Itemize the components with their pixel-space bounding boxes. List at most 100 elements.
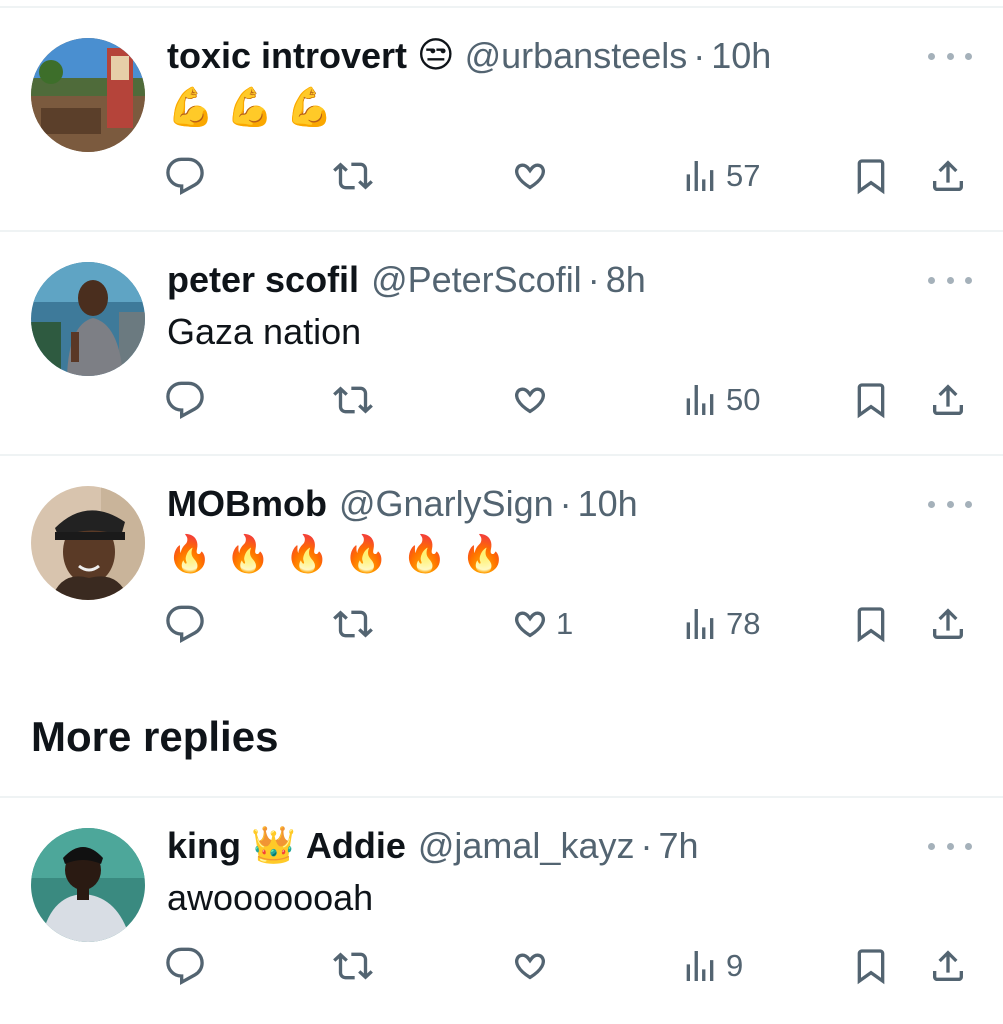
- handle[interactable]: @GnarlySign: [339, 482, 554, 526]
- views-count: 9: [726, 948, 744, 983]
- reply-item[interactable]: king 👑 Addie @jamal_kayz · 7h awooooooah…: [0, 796, 1003, 1024]
- retweet-button[interactable]: [333, 602, 373, 646]
- action-bar: 57: [0, 154, 1003, 198]
- separator: ·: [693, 35, 706, 76]
- more-options-icon[interactable]: [928, 836, 972, 856]
- fire-emoji: 🔥: [225, 533, 271, 574]
- timestamp[interactable]: 10h: [578, 482, 638, 526]
- action-bar: 50: [0, 378, 1003, 422]
- crown-emoji: 👑: [251, 825, 296, 866]
- more-replies-heading: More replies: [31, 713, 279, 760]
- avatar[interactable]: [31, 828, 145, 942]
- retweet-button[interactable]: [333, 944, 373, 988]
- like-button[interactable]: [510, 378, 556, 422]
- bookmark-icon: [857, 607, 885, 643]
- views-icon: [686, 385, 714, 415]
- display-name-part[interactable]: king: [167, 824, 241, 868]
- reply-icon: [166, 947, 204, 985]
- timestamp[interactable]: 8h: [606, 258, 646, 302]
- views-count: 50: [726, 382, 761, 417]
- share-button[interactable]: [928, 602, 968, 646]
- views-count: 57: [726, 158, 761, 193]
- retweet-icon: [333, 610, 373, 638]
- reply-text: Gaza nation: [167, 311, 362, 352]
- reply-emoji-text: 🔥 🔥 🔥 🔥 🔥 🔥: [167, 530, 506, 578]
- heart-icon: [515, 611, 545, 638]
- views-icon: [686, 951, 714, 981]
- reply-button[interactable]: [165, 154, 205, 198]
- reply-emoji-text: 💪 💪 💪: [167, 84, 333, 132]
- reply-header: king 👑 Addie @jamal_kayz · 7h: [167, 824, 699, 868]
- reply-header: toxic introvert 😒 @urbansteels · 10h: [167, 34, 771, 78]
- like-button[interactable]: [510, 944, 556, 988]
- reply-header: peter scofil @PeterScofil · 8h: [167, 258, 646, 302]
- display-name[interactable]: toxic introvert: [167, 34, 407, 78]
- share-button[interactable]: [928, 378, 968, 422]
- reply-item[interactable]: peter scofil @PeterScofil · 8h Gaza nati…: [0, 230, 1003, 454]
- share-button[interactable]: [928, 944, 968, 988]
- bookmark-icon: [857, 949, 885, 985]
- timestamp[interactable]: 10h: [711, 34, 771, 78]
- heart-icon: [515, 387, 545, 414]
- avatar[interactable]: [31, 262, 145, 376]
- more-options-icon[interactable]: [928, 494, 972, 514]
- like-count: 1: [556, 606, 574, 641]
- divider: [0, 796, 1003, 798]
- divider: [0, 454, 1003, 456]
- more-options-icon[interactable]: [928, 270, 972, 290]
- handle[interactable]: @jamal_kayz: [418, 824, 635, 868]
- action-bar: 9: [0, 944, 1003, 988]
- separator: ·: [640, 825, 653, 866]
- like-button[interactable]: [510, 154, 556, 198]
- views-button[interactable]: 9: [680, 944, 743, 988]
- flexed-biceps-emoji: 💪: [167, 87, 215, 129]
- reply-icon: [166, 381, 204, 419]
- retweet-icon: [333, 386, 373, 414]
- bookmark-button[interactable]: [851, 602, 891, 646]
- bookmark-icon: [857, 159, 885, 195]
- separator: ·: [587, 259, 600, 300]
- divider: [0, 6, 1003, 8]
- retweet-icon: [333, 162, 373, 190]
- fire-emoji: 🔥: [461, 533, 506, 574]
- retweet-button[interactable]: [333, 154, 373, 198]
- divider: [0, 230, 1003, 232]
- reply-text: awooooooah: [167, 877, 374, 918]
- share-icon: [933, 160, 963, 191]
- reply-item[interactable]: toxic introvert 😒 @urbansteels · 10h 💪 💪…: [0, 0, 1003, 230]
- views-button[interactable]: 50: [680, 378, 760, 422]
- display-name[interactable]: MOBmob: [167, 482, 327, 526]
- like-button[interactable]: 1: [510, 602, 573, 646]
- views-button[interactable]: 78: [680, 602, 760, 646]
- handle[interactable]: @PeterScofil: [371, 258, 582, 302]
- action-bar: 1 78: [0, 602, 1003, 646]
- share-icon: [933, 608, 963, 639]
- share-icon: [933, 384, 963, 415]
- retweet-button[interactable]: [333, 378, 373, 422]
- avatar[interactable]: [31, 486, 145, 600]
- bookmark-button[interactable]: [851, 378, 891, 422]
- views-button[interactable]: 57: [680, 154, 760, 198]
- views-count: 78: [726, 606, 761, 641]
- display-name[interactable]: peter scofil: [167, 258, 359, 302]
- more-options-icon[interactable]: [928, 46, 972, 66]
- fire-emoji: 🔥: [343, 533, 389, 574]
- timestamp[interactable]: 7h: [658, 824, 698, 868]
- display-name-part[interactable]: Addie: [306, 824, 406, 868]
- bookmark-button[interactable]: [851, 154, 891, 198]
- separator: ·: [559, 483, 572, 524]
- retweet-icon: [333, 952, 373, 980]
- reply-icon: [166, 605, 204, 643]
- handle[interactable]: @urbansteels: [465, 34, 688, 78]
- avatar[interactable]: [31, 38, 145, 152]
- views-icon: [686, 609, 714, 639]
- reply-button[interactable]: [165, 602, 205, 646]
- reply-button[interactable]: [165, 378, 205, 422]
- heart-icon: [515, 163, 545, 190]
- fire-emoji: 🔥: [167, 533, 212, 574]
- share-button[interactable]: [928, 154, 968, 198]
- share-icon: [933, 950, 963, 981]
- reply-item[interactable]: MOBmob @GnarlySign · 10h 🔥 🔥 🔥 🔥 🔥 🔥 1 7…: [0, 454, 1003, 678]
- reply-button[interactable]: [165, 944, 205, 988]
- bookmark-button[interactable]: [851, 944, 891, 988]
